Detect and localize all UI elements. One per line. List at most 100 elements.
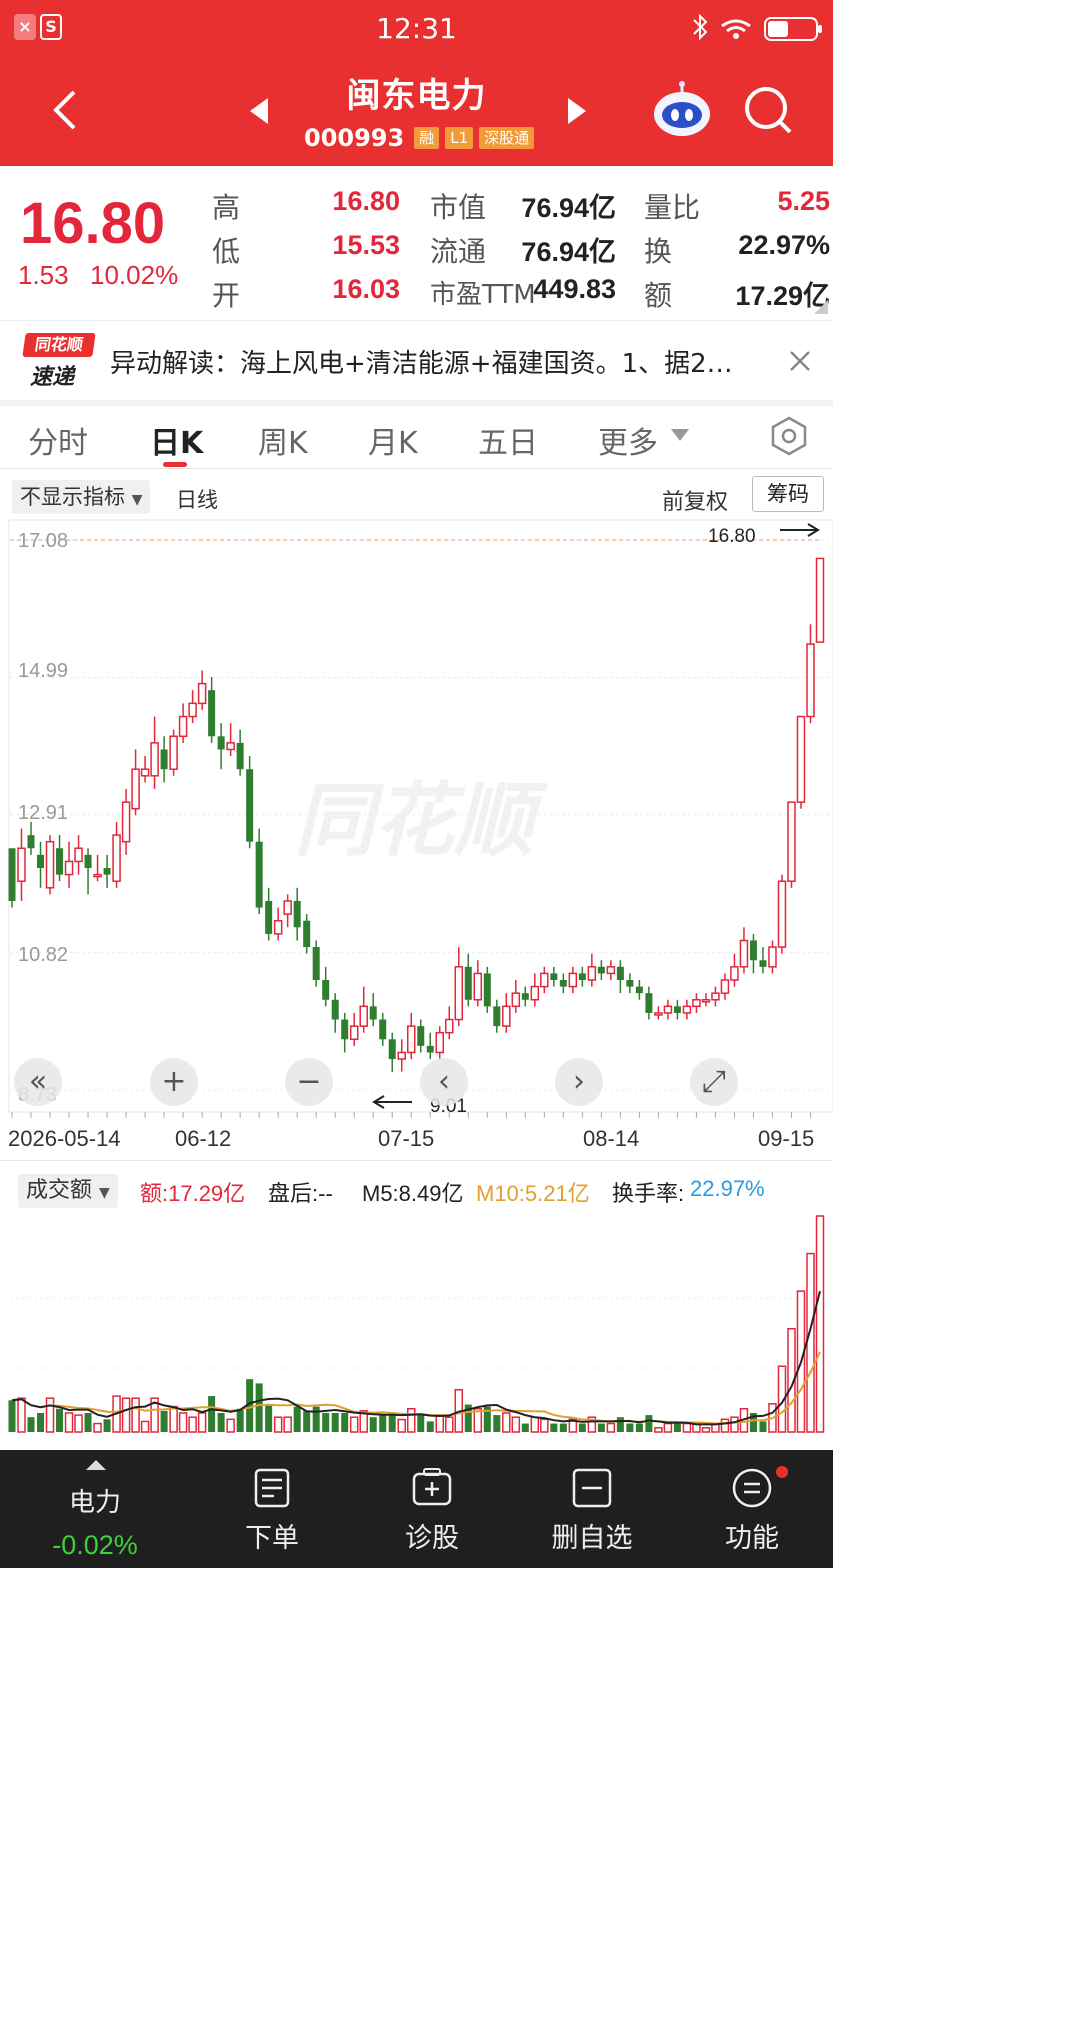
settings-hexagon-icon[interactable]: [770, 416, 808, 456]
candle-body: [550, 973, 558, 980]
fullscreen-button[interactable]: ⤢: [690, 1058, 738, 1106]
candle-body: [502, 1005, 511, 1027]
pan-left-button[interactable]: ‹: [420, 1058, 468, 1106]
volume-bar: [369, 1417, 377, 1432]
candle-body: [379, 1019, 387, 1040]
volume-amount: 额:17.29亿: [140, 1181, 246, 1206]
candle-body: [654, 1012, 663, 1016]
tab-daily-k[interactable]: 日K: [150, 418, 203, 462]
turnover-rate-value: 22.97%: [690, 1176, 765, 1201]
sector-name[interactable]: 电力: [40, 1482, 150, 1519]
candle-body: [388, 1039, 396, 1060]
price-change-pct: 10.02%: [90, 260, 179, 290]
volume-selector[interactable]: 成交额 ▼: [18, 1174, 118, 1208]
volume-bar: [283, 1416, 292, 1433]
candle-body: [160, 749, 168, 770]
candle-body: [178, 715, 188, 738]
volume-bar: [255, 1383, 263, 1432]
news-bar[interactable]: 同花顺 速递 异动解读：海上风电+清洁能源+福建国资。1、据2…: [0, 320, 833, 400]
y-tick-3: 12.91: [18, 802, 69, 824]
chevron-down-icon: ▼: [131, 492, 143, 508]
market-cap-value: 76.94亿: [521, 193, 616, 223]
candle-body: [27, 835, 35, 849]
diagnose-label: 诊股: [405, 1523, 459, 1554]
function-label: 功能: [725, 1523, 779, 1554]
candle-body: [493, 1006, 501, 1027]
volume-bar: [169, 1405, 178, 1433]
candle-body: [682, 1005, 692, 1014]
amount-label: 额: [644, 279, 673, 312]
volume-bar: [730, 1416, 739, 1433]
pan-right-button[interactable]: ›: [555, 1058, 603, 1106]
adjust-toggle[interactable]: 前复权: [662, 484, 728, 516]
volume-bar: [217, 1412, 225, 1432]
candlestick-chart[interactable]: 同花顺 16.80 9.01: [0, 518, 833, 1128]
turnover-rate-label: 换手率:: [612, 1181, 685, 1206]
volume-bar: [654, 1427, 663, 1433]
volume-bar: [435, 1414, 445, 1433]
volume-bar: [64, 1412, 74, 1433]
volume-bar: [815, 1215, 825, 1433]
tab-monthly-k[interactable]: 月K: [368, 418, 418, 462]
candle-body: [45, 840, 55, 889]
volume-bar: [597, 1423, 605, 1432]
volume-selector-label: 成交额: [26, 1178, 93, 1203]
volume-bar: [293, 1406, 301, 1432]
volume-bar: [445, 1416, 454, 1433]
news-text[interactable]: 异动解读：海上风电+清洁能源+福建国资。1、据2…: [110, 343, 770, 380]
candle-body: [103, 868, 111, 875]
search-icon[interactable]: [742, 84, 794, 136]
expand-corner-icon[interactable]: [814, 300, 828, 314]
tab-more[interactable]: 更多: [598, 418, 658, 462]
volume-bar: [701, 1427, 711, 1433]
candle-body: [692, 999, 701, 1008]
float-cap-label: 流通: [430, 235, 487, 268]
close-news-icon[interactable]: [788, 349, 812, 373]
rewind-button[interactable]: «: [14, 1058, 62, 1106]
order-label: 下单: [245, 1523, 299, 1554]
candle-body: [349, 1025, 359, 1041]
indicator-dropdown[interactable]: 不显示指标 ▼: [12, 480, 151, 514]
tab-weekly-k[interactable]: 周K: [258, 418, 308, 462]
candle-body: [112, 834, 121, 882]
news-badge-top: 同花顺: [22, 333, 96, 357]
next-stock-icon[interactable]: [566, 96, 590, 126]
zoom-in-button[interactable]: +: [150, 1058, 198, 1106]
candle-body: [626, 980, 634, 987]
volume-bar: [493, 1415, 501, 1432]
candle-body: [8, 848, 16, 901]
candle-body: [37, 854, 45, 869]
turnover-value: 22.97%: [738, 230, 830, 260]
volume-bar: [45, 1397, 55, 1433]
volume-bar: [84, 1412, 92, 1432]
candle-body: [406, 1025, 416, 1054]
volume-bar: [406, 1408, 416, 1433]
candle-body: [273, 919, 283, 935]
menu-icon: [732, 1468, 772, 1508]
volume-bar: [511, 1416, 521, 1433]
news-badge-bottom: 速递: [30, 365, 75, 390]
chips-button[interactable]: 筹码: [752, 476, 824, 512]
candle-body: [265, 900, 273, 934]
candle-body: [397, 1051, 406, 1060]
remove-watchlist-label: 删自选: [551, 1523, 633, 1554]
volume-bar: [388, 1412, 396, 1432]
sector-change: -0.02%: [52, 1530, 138, 1560]
candle-body: [312, 947, 320, 980]
volume-bar: [93, 1422, 102, 1433]
low-value: 15.53: [332, 230, 400, 260]
volume-bar: [540, 1418, 549, 1433]
candle-body: [663, 1005, 673, 1014]
zoom-out-button[interactable]: −: [285, 1058, 333, 1106]
expand-up-icon[interactable]: [84, 1458, 108, 1472]
section-divider: [0, 400, 833, 406]
tab-five-day[interactable]: 五日: [478, 418, 538, 462]
candle-body: [759, 960, 767, 967]
candle-body: [293, 900, 301, 928]
tab-intraday[interactable]: 分时: [28, 418, 88, 462]
candle-body: [331, 999, 339, 1020]
volume-bar: [521, 1423, 529, 1432]
candle-body: [74, 847, 83, 863]
robot-assistant-icon[interactable]: [650, 80, 714, 140]
candle-body: [454, 966, 464, 1021]
